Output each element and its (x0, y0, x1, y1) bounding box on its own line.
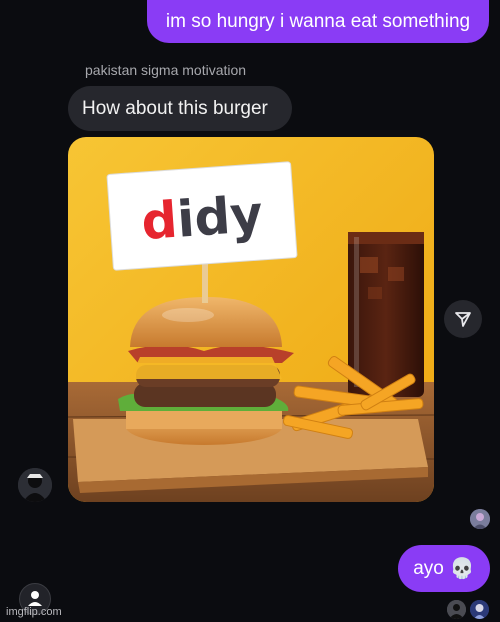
outgoing-message-bubble[interactable]: im so hungry i wanna eat something (147, 0, 489, 43)
burger-photo[interactable]: didy (68, 137, 434, 502)
sender-avatar[interactable] (18, 468, 52, 502)
message-text: im so hungry i wanna eat something (165, 10, 471, 32)
incoming-message-bubble[interactable]: How about this burger (68, 86, 292, 131)
skull-emoji: 💀 (449, 558, 475, 580)
seen-avatar (470, 600, 489, 619)
watermark: imgflip.com (6, 606, 62, 618)
share-button[interactable] (444, 300, 482, 338)
user-avatar-icon (470, 600, 489, 619)
seen-avatar (447, 600, 466, 619)
sender-name: pakistan sigma motivation (85, 62, 247, 78)
user-avatar-icon (447, 600, 466, 619)
message-text: How about this burger (82, 97, 268, 119)
avatar-figure-icon (18, 468, 52, 502)
outgoing-message-bubble[interactable]: ayo 💀 (398, 545, 490, 592)
burger-illustration: didy (68, 137, 434, 502)
user-avatar-icon (470, 509, 490, 529)
send-arrow-icon (455, 312, 471, 327)
seen-avatar (470, 509, 490, 529)
sign-text: didy (140, 185, 265, 251)
message-text: ayo (413, 557, 444, 579)
